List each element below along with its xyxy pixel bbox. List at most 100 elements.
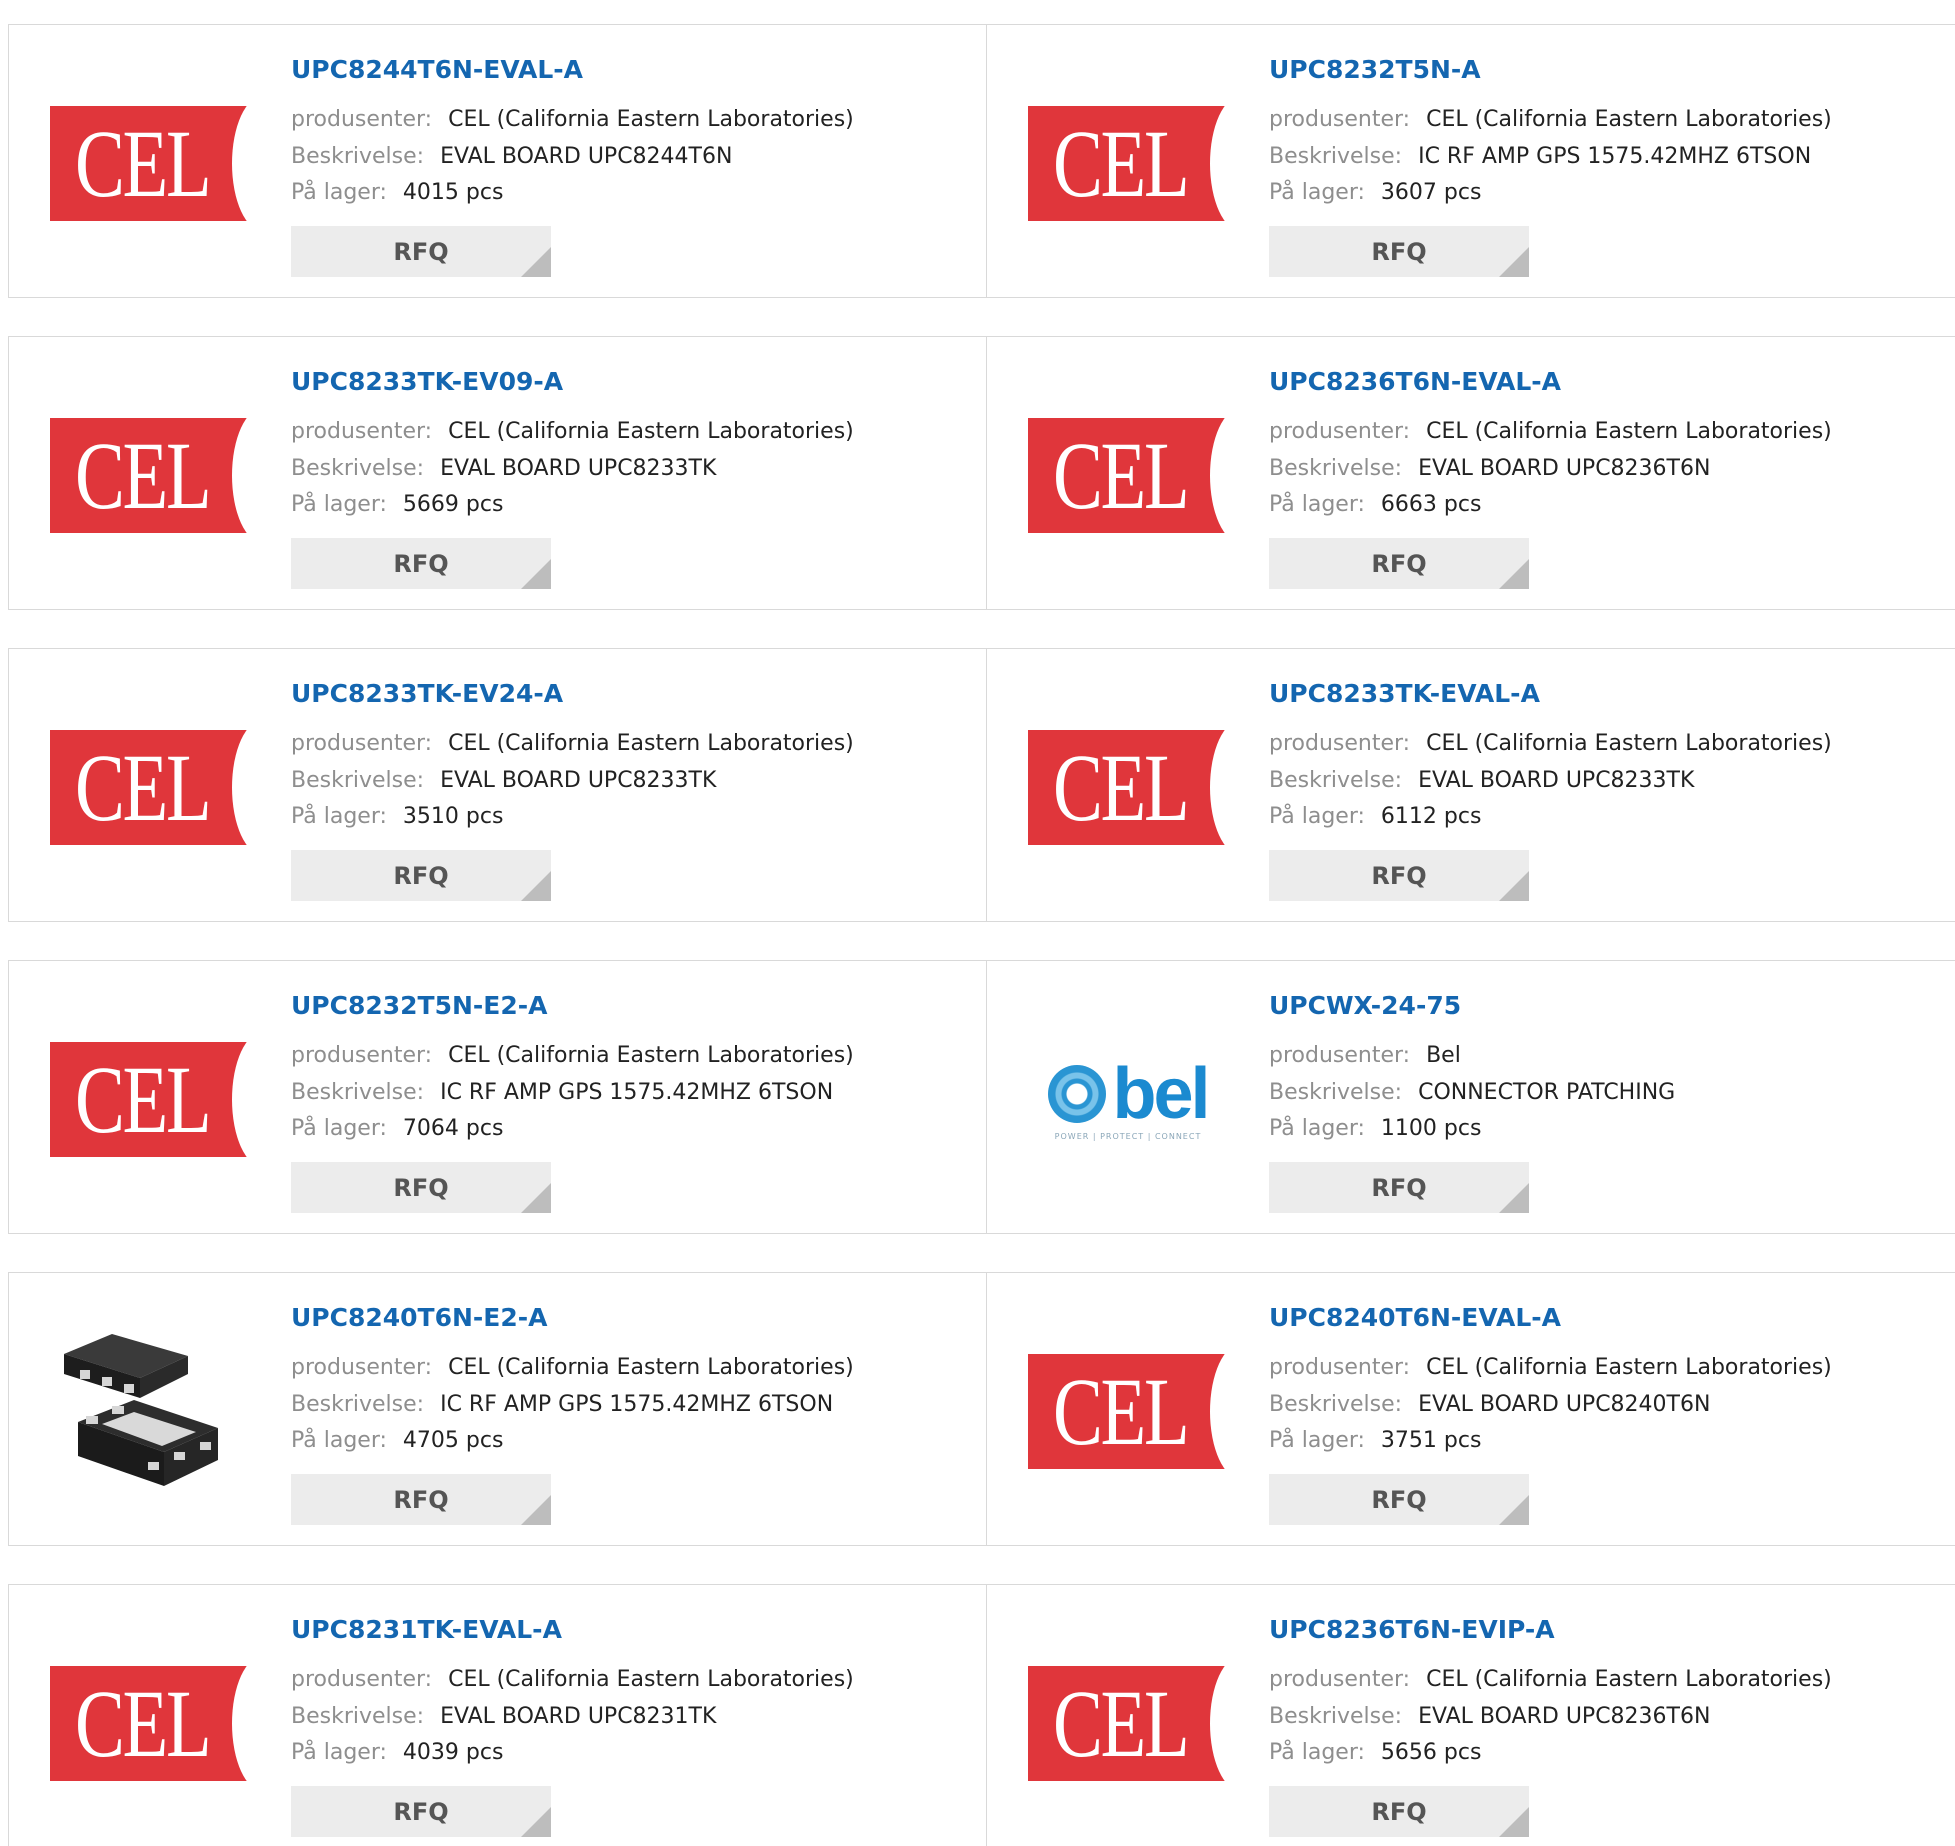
- manufacturer-label: produsenter:: [291, 1667, 433, 1692]
- rfq-button[interactable]: RFQ: [291, 538, 551, 589]
- rfq-button[interactable]: RFQ: [1269, 1474, 1529, 1525]
- description-label: Beskrivelse:: [291, 768, 425, 793]
- cel-logo: CEL: [1028, 1354, 1228, 1469]
- manufacturer-line: produsenter: CEL (California Eastern Labo…: [1269, 731, 1832, 756]
- product-title-link[interactable]: UPC8233TK-EV24-A: [291, 679, 563, 708]
- bel-logo: bel POWER | PROTECT | CONNECT: [1028, 1042, 1228, 1157]
- rfq-button[interactable]: RFQ: [291, 1474, 551, 1525]
- manufacturer-value: CEL (California Eastern Laboratories): [448, 731, 854, 756]
- product-title-link[interactable]: UPC8231TK-EVAL-A: [291, 1615, 562, 1644]
- stock-value: 6663 pcs: [1380, 492, 1482, 517]
- product-image[interactable]: [50, 1310, 250, 1510]
- product-title-link[interactable]: UPC8233TK-EV09-A: [291, 367, 563, 396]
- product-card: CEL UPC8236T6N-EVAL-A produsenter: CEL (C…: [987, 337, 1955, 609]
- product-title-link[interactable]: UPCWX-24-75: [1269, 991, 1461, 1020]
- rfq-button[interactable]: RFQ: [1269, 1786, 1529, 1837]
- manufacturer-logo[interactable]: CEL: [50, 1666, 250, 1781]
- description-line: Beskrivelse: EVAL BOARD UPC8236T6N: [1269, 1704, 1710, 1729]
- product-grid: CEL UPC8244T6N-EVAL-A produsenter: CEL (C…: [0, 0, 1955, 1846]
- stock-value: 3751 pcs: [1380, 1428, 1482, 1453]
- manufacturer-line: produsenter: CEL (California Eastern Labo…: [1269, 107, 1832, 132]
- rfq-label: RFQ: [1371, 1173, 1427, 1202]
- manufacturer-label: produsenter:: [291, 419, 433, 444]
- stock-label: På lager:: [1269, 1428, 1365, 1453]
- corner-triangle-icon: [521, 871, 551, 901]
- manufacturer-label: produsenter:: [291, 107, 433, 132]
- manufacturer-logo[interactable]: CEL: [50, 418, 250, 533]
- manufacturer-value: CEL (California Eastern Laboratories): [448, 1043, 854, 1068]
- description-label: Beskrivelse:: [1269, 1704, 1403, 1729]
- manufacturer-logo[interactable]: CEL: [1028, 418, 1228, 533]
- rfq-button[interactable]: RFQ: [1269, 538, 1529, 589]
- manufacturer-logo[interactable]: CEL: [1028, 1666, 1228, 1781]
- rfq-button[interactable]: RFQ: [1269, 850, 1529, 901]
- product-card: CEL UPC8232T5N-E2-A produsenter: CEL (Cal…: [9, 961, 987, 1233]
- corner-triangle-icon: [1499, 871, 1529, 901]
- rfq-label: RFQ: [1371, 237, 1427, 266]
- rfq-button[interactable]: RFQ: [291, 850, 551, 901]
- rfq-button[interactable]: RFQ: [291, 1162, 551, 1213]
- description-value: EVAL BOARD UPC8233TK: [1418, 768, 1695, 793]
- product-title-link[interactable]: UPC8233TK-EVAL-A: [1269, 679, 1540, 708]
- stock-line: På lager: 3751 pcs: [1269, 1428, 1481, 1453]
- manufacturer-logo[interactable]: CEL: [1028, 1354, 1228, 1469]
- stock-value: 5669 pcs: [402, 492, 504, 517]
- product-row: UPC8240T6N-E2-A produsenter: CEL (Califor…: [8, 1272, 1955, 1546]
- corner-triangle-icon: [521, 1807, 551, 1837]
- cel-logo: CEL: [50, 730, 250, 845]
- product-title-link[interactable]: UPC8236T6N-EVIP-A: [1269, 1615, 1555, 1644]
- manufacturer-line: produsenter: CEL (California Eastern Labo…: [1269, 1355, 1832, 1380]
- description-label: Beskrivelse:: [1269, 1080, 1403, 1105]
- rfq-button[interactable]: RFQ: [1269, 1162, 1529, 1213]
- stock-label: På lager:: [291, 1428, 387, 1453]
- corner-triangle-icon: [521, 1183, 551, 1213]
- rfq-label: RFQ: [393, 861, 449, 890]
- product-title-link[interactable]: UPC8232T5N-A: [1269, 55, 1481, 84]
- manufacturer-logo[interactable]: CEL: [50, 106, 250, 221]
- cel-logo: CEL: [50, 106, 250, 221]
- rfq-button[interactable]: RFQ: [1269, 226, 1529, 277]
- rfq-button[interactable]: RFQ: [291, 226, 551, 277]
- stock-label: På lager:: [1269, 1740, 1365, 1765]
- manufacturer-logo[interactable]: bel POWER | PROTECT | CONNECT: [1028, 1042, 1228, 1157]
- description-value: EVAL BOARD UPC8240T6N: [1418, 1392, 1711, 1417]
- product-title-link[interactable]: UPC8240T6N-EVAL-A: [1269, 1303, 1561, 1332]
- product-row: CEL UPC8244T6N-EVAL-A produsenter: CEL (C…: [8, 24, 1955, 298]
- product-card: CEL UPC8233TK-EVAL-A produsenter: CEL (Ca…: [987, 649, 1955, 921]
- product-row: CEL UPC8233TK-EV24-A produsenter: CEL (Ca…: [8, 648, 1955, 922]
- product-card: CEL UPC8233TK-EV09-A produsenter: CEL (Ca…: [9, 337, 987, 609]
- stock-line: På lager: 6663 pcs: [1269, 492, 1481, 517]
- description-label: Beskrivelse:: [291, 1392, 425, 1417]
- manufacturer-value: CEL (California Eastern Laboratories): [448, 107, 854, 132]
- stock-value: 7064 pcs: [402, 1116, 504, 1141]
- manufacturer-logo[interactable]: CEL: [1028, 730, 1228, 845]
- stock-value: 1100 pcs: [1380, 1116, 1482, 1141]
- stock-line: På lager: 3607 pcs: [1269, 180, 1481, 205]
- manufacturer-logo[interactable]: CEL: [50, 1042, 250, 1157]
- description-label: Beskrivelse:: [1269, 768, 1403, 793]
- stock-value: 4039 pcs: [402, 1740, 504, 1765]
- bel-globe-icon: [1048, 1065, 1107, 1123]
- product-title-link[interactable]: UPC8244T6N-EVAL-A: [291, 55, 583, 84]
- description-value: CONNECTOR PATCHING: [1418, 1080, 1676, 1105]
- product-card: CEL UPC8236T6N-EVIP-A produsenter: CEL (C…: [987, 1585, 1955, 1846]
- manufacturer-logo[interactable]: CEL: [50, 730, 250, 845]
- description-line: Beskrivelse: EVAL BOARD UPC8233TK: [291, 456, 716, 481]
- product-title-link[interactable]: UPC8236T6N-EVAL-A: [1269, 367, 1561, 396]
- description-value: EVAL BOARD UPC8233TK: [440, 768, 717, 793]
- manufacturer-label: produsenter:: [1269, 1355, 1411, 1380]
- description-line: Beskrivelse: EVAL BOARD UPC8244T6N: [291, 144, 732, 169]
- rfq-button[interactable]: RFQ: [291, 1786, 551, 1837]
- manufacturer-logo[interactable]: CEL: [1028, 106, 1228, 221]
- product-title-link[interactable]: UPC8232T5N-E2-A: [291, 991, 548, 1020]
- description-value: IC RF AMP GPS 1575.42MHZ 6TSON: [440, 1392, 834, 1417]
- product-title-link[interactable]: UPC8240T6N-E2-A: [291, 1303, 548, 1332]
- stock-label: På lager:: [291, 180, 387, 205]
- manufacturer-value: Bel: [1426, 1043, 1461, 1068]
- stock-line: På lager: 3510 pcs: [291, 804, 503, 829]
- manufacturer-label: produsenter:: [1269, 419, 1411, 444]
- corner-triangle-icon: [521, 247, 551, 277]
- manufacturer-line: produsenter: CEL (California Eastern Labo…: [291, 107, 854, 132]
- product-row: CEL UPC8232T5N-E2-A produsenter: CEL (Cal…: [8, 960, 1955, 1234]
- description-value: IC RF AMP GPS 1575.42MHZ 6TSON: [1418, 144, 1812, 169]
